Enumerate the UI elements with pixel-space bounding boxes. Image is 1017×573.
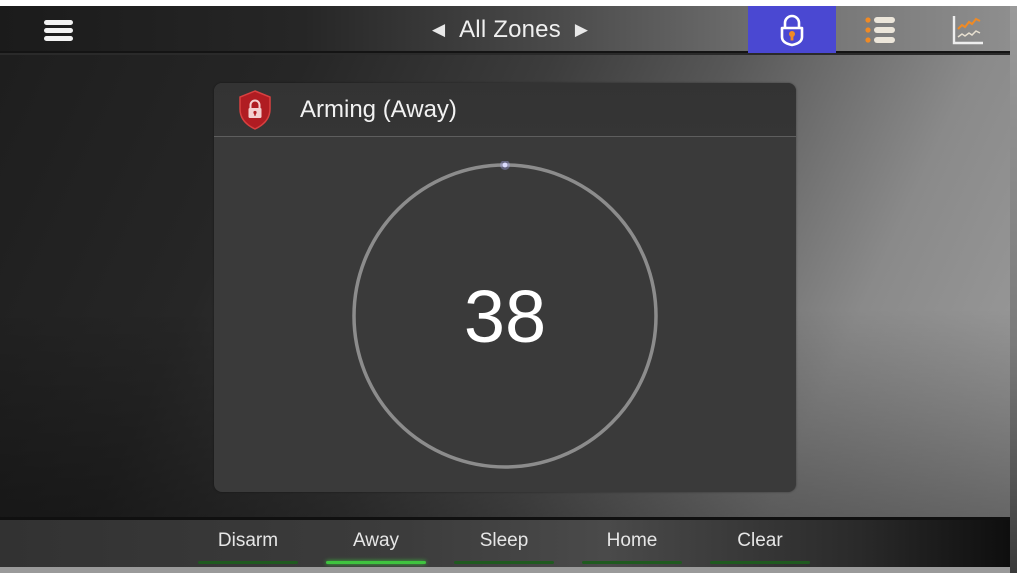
mode-indicator	[326, 561, 426, 564]
zone-list-icon	[865, 16, 895, 43]
arming-status-card: Arming (Away) 38	[214, 83, 796, 492]
view-tabs	[748, 6, 1012, 53]
tab-zone-list[interactable]	[836, 6, 924, 53]
mode-bar: Disarm Away Sleep Home Clear	[0, 517, 1010, 567]
hamburger-menu-icon	[43, 19, 73, 41]
countdown-value: 38	[463, 274, 547, 358]
arm-mode-buttons: Disarm Away Sleep Home Clear	[184, 520, 824, 567]
zone-selector: ◀ All Zones ▶	[410, 12, 610, 48]
right-edge	[1010, 0, 1017, 573]
zone-next-button[interactable]: ▶	[575, 20, 588, 40]
mode-indicator	[710, 561, 810, 564]
tab-history[interactable]	[924, 6, 1012, 53]
mode-indicator	[582, 561, 682, 564]
security-lock-icon	[780, 14, 804, 46]
mode-away-button[interactable]: Away	[312, 520, 440, 567]
history-chart-icon	[952, 15, 983, 44]
menu-button[interactable]	[36, 12, 80, 48]
tab-security[interactable]	[748, 6, 836, 53]
mode-sleep-button[interactable]: Sleep	[440, 520, 568, 567]
top-bar: ◀ All Zones ▶	[0, 6, 1010, 53]
bottom-edge	[0, 567, 1010, 573]
mode-home-button[interactable]: Home	[568, 520, 696, 567]
shield-lock-icon	[236, 88, 274, 132]
main-content: Arming (Away) 38	[0, 55, 1010, 517]
mode-disarm-button[interactable]: Disarm	[184, 520, 312, 567]
alarm-panel-screen: ◀ All Zones ▶ Arming (Away) 38 Disarm Aw…	[0, 0, 1010, 573]
mode-indicator	[454, 561, 554, 564]
card-header: Arming (Away)	[214, 83, 796, 137]
arming-status-title: Arming (Away)	[300, 95, 457, 123]
zone-title: All Zones	[459, 16, 561, 43]
mode-clear-button[interactable]: Clear	[696, 520, 824, 567]
countdown-dial: 38	[350, 160, 660, 471]
mode-indicator	[198, 561, 298, 564]
zone-prev-button[interactable]: ◀	[432, 20, 445, 40]
